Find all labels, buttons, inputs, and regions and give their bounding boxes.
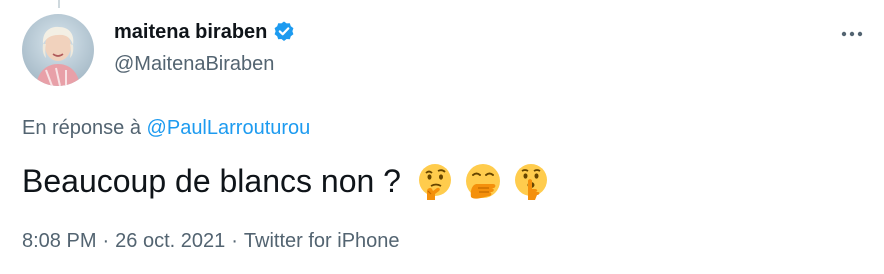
- tweet-text: Beaucoup de blancs non ?: [22, 163, 401, 199]
- shushing-face-icon: [511, 161, 551, 201]
- more-options-button[interactable]: [836, 22, 868, 46]
- tweet-card: maitena biraben @MaitenaBiraben En répon…: [0, 0, 884, 274]
- meta-separator: ·: [102, 230, 110, 252]
- meta-separator: ·: [231, 230, 238, 252]
- reply-mention-link[interactable]: @PaulLarrouturou: [147, 117, 311, 139]
- reply-context: En réponse à @PaulLarrouturou: [22, 115, 310, 141]
- face-with-hand-over-mouth-icon: [463, 161, 503, 201]
- author-handle[interactable]: @MaitenaBiraben: [114, 52, 274, 76]
- reply-prefix: En réponse à: [22, 117, 141, 139]
- verified-badge-icon: [272, 20, 296, 44]
- author-display-name[interactable]: maitena biraben: [114, 20, 267, 44]
- tweet-metadata: 8:08 PM · 26 oct. 2021 · Twitter for iPh…: [22, 228, 400, 254]
- tweet-time-link[interactable]: 8:08 PM: [22, 228, 96, 254]
- tweet-source-link[interactable]: Twitter for iPhone: [244, 228, 400, 254]
- thinking-face-icon: [415, 161, 455, 201]
- thread-connector-line: [58, 0, 60, 8]
- tweet-body: Beaucoup de blancs non ?: [22, 159, 551, 203]
- author-name-row: maitena biraben: [114, 20, 296, 44]
- more-horizontal-icon: [841, 31, 863, 37]
- tweet-date-link[interactable]: 26 oct. 2021: [115, 228, 225, 254]
- avatar[interactable]: [22, 14, 94, 86]
